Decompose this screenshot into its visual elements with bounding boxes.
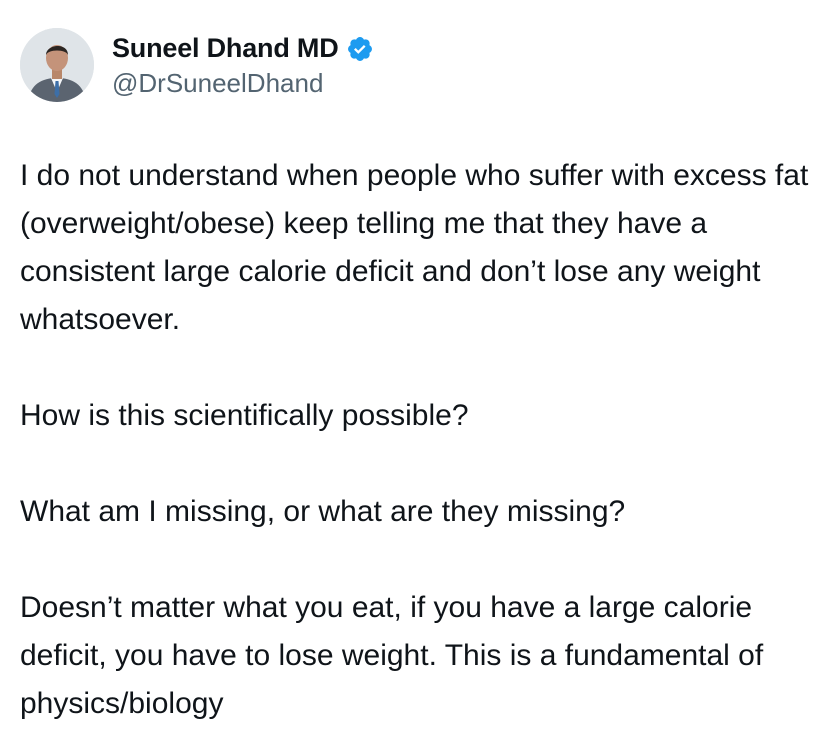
author-identity: Suneel Dhand MD @DrSuneelDhand (112, 32, 374, 99)
verified-badge-icon (346, 35, 374, 63)
avatar[interactable] (20, 28, 94, 102)
tweet-paragraph: I do not understand when people who suff… (20, 159, 809, 336)
tweet-paragraph: Doesn’t matter what you eat, if you have… (20, 591, 764, 720)
author-display-name[interactable]: Suneel Dhand MD (112, 33, 339, 64)
tweet-text: I do not understand when people who suff… (20, 152, 820, 728)
tweet-paragraph: What am I missing, or what are they miss… (20, 495, 626, 528)
tweet-card: Suneel Dhand MD @DrSuneelDhand I do not … (0, 0, 840, 740)
author-handle[interactable]: @DrSuneelDhand (112, 68, 374, 99)
name-row: Suneel Dhand MD (112, 32, 374, 66)
tweet-paragraph: How is this scientifically possible? (20, 399, 469, 432)
tweet-header: Suneel Dhand MD @DrSuneelDhand (20, 28, 374, 102)
